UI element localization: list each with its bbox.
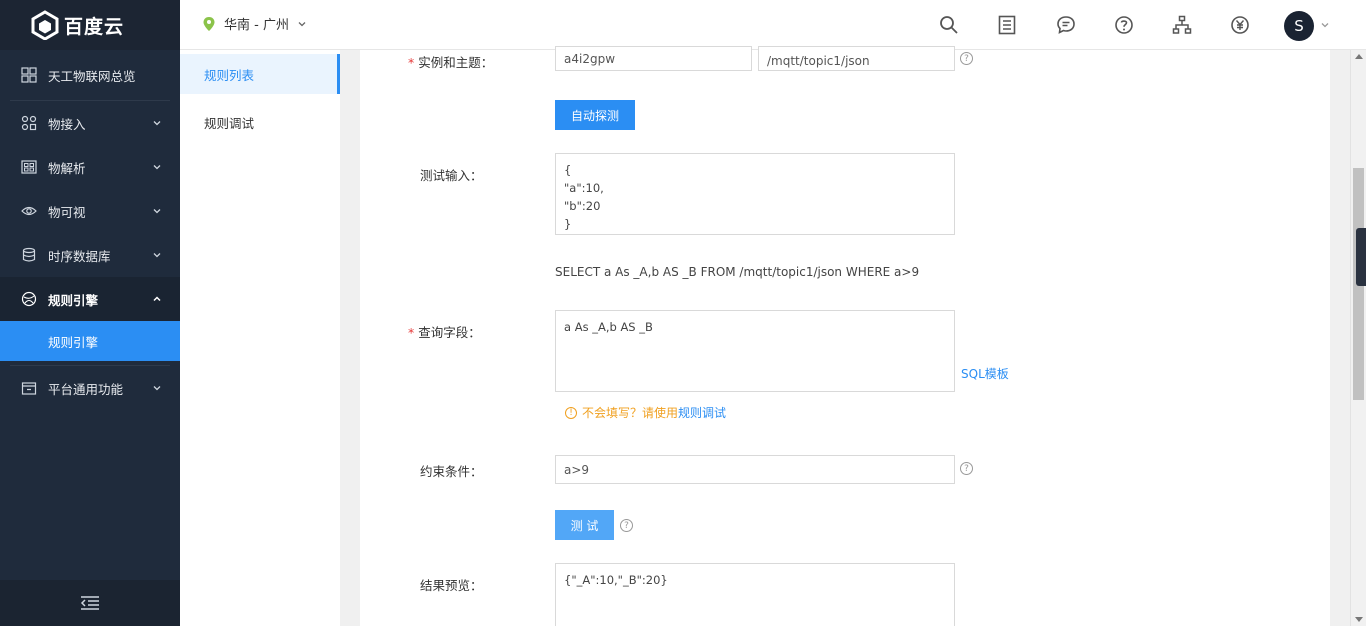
submenu-item-rule-debug[interactable]: 规则调试 (180, 102, 340, 142)
condition-input[interactable]: a>9 (555, 455, 955, 484)
sidebar-item-label: 规则引擎 (48, 292, 99, 308)
brand-name: 百度云 (64, 15, 125, 38)
chevron-down-icon (153, 253, 161, 258)
test-button[interactable]: 测 试 (555, 510, 614, 540)
sidebar-item-tsdb[interactable]: 时序数据库 (0, 233, 180, 277)
grid-icon (20, 66, 38, 84)
location-pin-icon (203, 16, 215, 31)
sitemap-icon (1172, 15, 1192, 34)
warning-icon: ! (565, 406, 577, 419)
sidebar-item-label: 平台通用功能 (48, 381, 124, 397)
sidebar-item-label: 物解析 (48, 160, 86, 176)
chevron-down-icon[interactable] (1320, 20, 1330, 30)
device-access-icon (20, 114, 38, 132)
sidebar-item-label: 物接入 (48, 116, 86, 132)
help-icon[interactable]: ? (960, 52, 973, 65)
result-preview-textarea: {"_A":10,"_B":20} (555, 563, 955, 626)
help-icon[interactable]: ? (620, 519, 633, 532)
sql-template-link[interactable]: SQL模板 (961, 365, 1009, 382)
side-widget-tab[interactable] (1356, 228, 1366, 286)
rule-engine-icon (20, 290, 38, 308)
sidebar-subitem-rule-engine[interactable]: 规则引擎 (0, 321, 180, 361)
sidebar-item-overview[interactable]: 天工物联网总览 (0, 50, 180, 100)
sidebar-item-rule-engine[interactable]: 规则引擎 (0, 277, 180, 321)
query-hint: ! 不会填写？请使用 规则调试 (565, 404, 726, 421)
messages-button[interactable] (1055, 14, 1077, 36)
database-icon (20, 246, 38, 264)
query-fields-label: * 查询字段： (408, 325, 481, 340)
sidebar-item-platform[interactable]: 平台通用功能 (0, 366, 180, 410)
result-preview-label: 结果预览： (420, 578, 483, 593)
yuan-currency-icon (1231, 16, 1249, 34)
vertical-scrollbar[interactable] (1350, 50, 1366, 626)
chevron-down-icon (153, 209, 161, 214)
organization-button[interactable] (1171, 14, 1193, 36)
user-avatar[interactable]: S (1284, 11, 1314, 41)
chevron-down-icon (153, 121, 161, 126)
sql-preview: SELECT a As _A,b AS _B FROM /mqtt/topic1… (555, 265, 920, 279)
required-mark: * (408, 55, 415, 70)
chevron-down-icon (298, 21, 306, 26)
sidebar: 百度云 天工物联网总览 物接入 物解析 物可视 时序数据库 规则引擎 规则引擎 … (0, 0, 180, 626)
chat-bubble-icon (1057, 16, 1075, 34)
rule-submenu: 规则列表 规则调试 (180, 50, 340, 626)
collapse-sidebar-button[interactable] (0, 580, 180, 626)
search-icon (940, 16, 958, 34)
test-input-label: 测试输入： (420, 168, 483, 183)
collapse-menu-icon (80, 596, 99, 610)
sidebar-item-device-access[interactable]: 物接入 (0, 101, 180, 145)
chevron-down-icon (153, 386, 161, 391)
logo[interactable]: 百度云 (0, 0, 180, 50)
search-button[interactable] (938, 14, 960, 36)
sidebar-item-label: 时序数据库 (48, 248, 111, 264)
platform-icon (20, 379, 38, 397)
submenu-item-rule-list[interactable]: 规则列表 (180, 54, 340, 94)
instance-topic-label: * 实例和主题： (408, 55, 494, 70)
condition-label: 约束条件： (420, 464, 483, 479)
test-input-textarea[interactable]: { "a":10, "b":20 } (555, 153, 955, 235)
documents-button[interactable] (996, 14, 1018, 36)
rule-debug-link[interactable]: 规则调试 (678, 404, 726, 421)
region-selector[interactable]: 华南 - 广州 (202, 14, 307, 33)
instance-input[interactable]: a4i2gpw (555, 46, 752, 71)
help-icon[interactable]: ? (960, 462, 973, 475)
sidebar-item-label: 天工物联网总览 (48, 68, 136, 84)
baidu-cloud-logo-icon (31, 10, 59, 40)
parse-icon (20, 158, 38, 176)
chevron-up-icon (153, 296, 161, 302)
query-fields-textarea[interactable]: a As _A,b AS _B (555, 310, 955, 392)
rule-form-card: * 实例和主题： a4i2gpw /mqtt/topic1/json ? 自动探测… (360, 46, 1330, 626)
sidebar-item-visualize[interactable]: 物可视 (0, 189, 180, 233)
auto-detect-button[interactable]: 自动探测 (555, 100, 635, 130)
scroll-up-arrow-icon[interactable] (1355, 54, 1363, 59)
chevron-down-icon (153, 165, 161, 170)
sidebar-item-parse[interactable]: 物解析 (0, 145, 180, 189)
sidebar-subitem-label: 规则引擎 (48, 334, 99, 350)
scroll-down-arrow-icon[interactable] (1355, 617, 1363, 622)
region-label: 华南 - 广州 (224, 18, 289, 33)
eye-icon (20, 202, 38, 220)
required-mark: * (408, 325, 415, 340)
topic-input[interactable]: /mqtt/topic1/json (758, 46, 955, 71)
document-list-icon (998, 15, 1016, 35)
help-circle-icon (1115, 16, 1133, 34)
top-header: 华南 - 广州 S (180, 0, 1366, 50)
billing-button[interactable] (1229, 14, 1251, 36)
help-button[interactable] (1113, 14, 1135, 36)
sidebar-item-label: 物可视 (48, 204, 86, 220)
